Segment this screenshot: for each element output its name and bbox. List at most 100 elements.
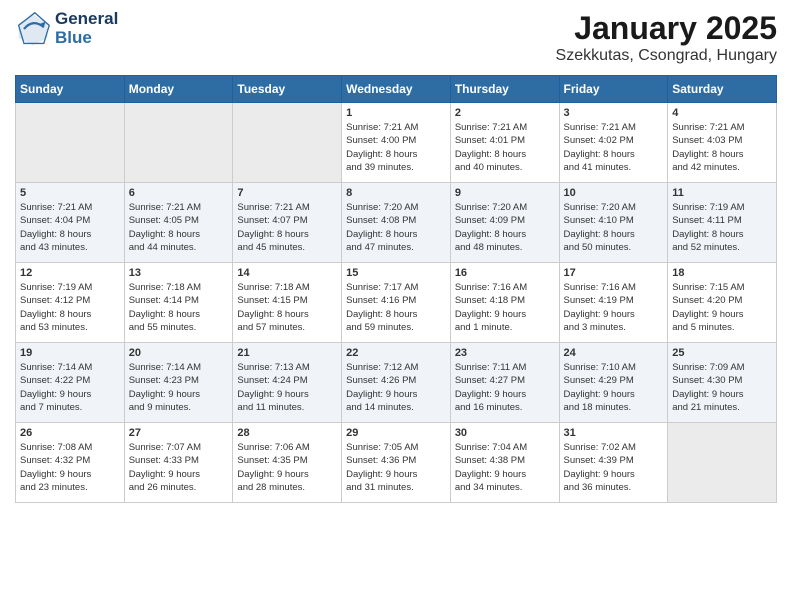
day-number: 13 (129, 267, 229, 279)
calendar-cell: 19Sunrise: 7:14 AM Sunset: 4:22 PM Dayli… (16, 343, 125, 423)
day-info: Sunrise: 7:16 AM Sunset: 4:19 PM Dayligh… (564, 281, 664, 334)
day-info: Sunrise: 7:21 AM Sunset: 4:02 PM Dayligh… (564, 121, 664, 174)
calendar-cell: 26 Sunrise: 7:08 AM Sunset: 4:32 PM Dayli… (16, 423, 125, 503)
day-info: Sunrise: 7:14 AM Sunset: 4:23 PM Dayligh… (129, 361, 229, 414)
calendar-cell: 17 Sunrise: 7:16 AM Sunset: 4:19 PM Dayli… (559, 263, 668, 343)
calendar-cell: 30 Sunrise: 7:04 AM Sunset: 4:38 PM Dayli… (450, 423, 559, 503)
day-number: 18 (672, 267, 772, 279)
logo-blue: Blue (55, 28, 92, 47)
calendar-week-row: 26 Sunrise: 7:08 AM Sunset: 4:32 PM Dayli… (16, 423, 777, 503)
calendar-cell: 7 Sunrise: 7:21 AM Sunset: 4:07 PM Daylig… (233, 183, 342, 263)
calendar-cell (668, 423, 777, 503)
weekday-header-row: SundayMondayTuesdayWednesdayThursdayFrid… (16, 76, 777, 103)
day-info: Sunrise: 7:05 AM Sunset: 4:36 PM Dayligh… (346, 441, 446, 494)
day-info: Sunrise: 7:20 AM Sunset: 4:08 PM Dayligh… (346, 201, 446, 254)
calendar-cell: 6Sunrise: 7:21 AM Sunset: 4:05 PM Daylig… (124, 183, 233, 263)
calendar-cell: 4Sunrise: 7:21 AM Sunset: 4:03 PM Daylig… (668, 103, 777, 183)
day-number: 25 (672, 347, 772, 359)
weekday-header-sunday: Sunday (16, 76, 125, 103)
day-number: 31 (564, 427, 664, 439)
day-info: Sunrise: 7:04 AM Sunset: 4:38 PM Dayligh… (455, 441, 555, 494)
day-number: 15 (346, 267, 446, 279)
weekday-header-wednesday: Wednesday (342, 76, 451, 103)
calendar-cell: 1Sunrise: 7:21 AM Sunset: 4:00 PM Daylig… (342, 103, 451, 183)
day-info: Sunrise: 7:21 AM Sunset: 4:07 PM Dayligh… (237, 201, 337, 254)
weekday-header-monday: Monday (124, 76, 233, 103)
day-number: 16 (455, 267, 555, 279)
weekday-header-thursday: Thursday (450, 76, 559, 103)
day-info: Sunrise: 7:20 AM Sunset: 4:10 PM Dayligh… (564, 201, 664, 254)
day-number: 17 (564, 267, 664, 279)
day-number: 11 (672, 187, 772, 199)
calendar-cell: 10 Sunrise: 7:20 AM Sunset: 4:10 PM Dayli… (559, 183, 668, 263)
calendar-cell: 12 Sunrise: 7:19 AM Sunset: 4:12 PM Dayli… (16, 263, 125, 343)
calendar-week-row: 1Sunrise: 7:21 AM Sunset: 4:00 PM Daylig… (16, 103, 777, 183)
day-info: Sunrise: 7:21 AM Sunset: 4:01 PM Dayligh… (455, 121, 555, 174)
day-number: 14 (237, 267, 337, 279)
calendar-cell (124, 103, 233, 183)
day-info: Sunrise: 7:10 AM Sunset: 4:29 PM Dayligh… (564, 361, 664, 414)
day-info: Sunrise: 7:02 AM Sunset: 4:39 PM Dayligh… (564, 441, 664, 494)
day-info: Sunrise: 7:19 AM Sunset: 4:11 PM Dayligh… (672, 201, 772, 254)
day-number: 23 (455, 347, 555, 359)
calendar-cell: 31 Sunrise: 7:02 AM Sunset: 4:39 PM Dayli… (559, 423, 668, 503)
day-number: 3 (564, 107, 664, 119)
day-info: Sunrise: 7:15 AM Sunset: 4:20 PM Dayligh… (672, 281, 772, 334)
day-number: 21 (237, 347, 337, 359)
title-block: January 2025 Szekkutas, Csongrad, Hungar… (556, 10, 777, 65)
calendar-cell: 21 Sunrise: 7:13 AM Sunset: 4:24 PM Dayli… (233, 343, 342, 423)
calendar-cell: 22Sunrise: 7:12 AM Sunset: 4:26 PM Dayli… (342, 343, 451, 423)
day-info: Sunrise: 7:06 AM Sunset: 4:35 PM Dayligh… (237, 441, 337, 494)
day-number: 30 (455, 427, 555, 439)
day-info: Sunrise: 7:20 AM Sunset: 4:09 PM Dayligh… (455, 201, 555, 254)
calendar-cell: 11 Sunrise: 7:19 AM Sunset: 4:11 PM Dayli… (668, 183, 777, 263)
calendar-cell: 8 Sunrise: 7:20 AM Sunset: 4:08 PM Daylig… (342, 183, 451, 263)
calendar-cell (16, 103, 125, 183)
day-info: Sunrise: 7:14 AM Sunset: 4:22 PM Dayligh… (20, 361, 120, 414)
calendar-cell: 16Sunrise: 7:16 AM Sunset: 4:18 PM Dayli… (450, 263, 559, 343)
calendar-title: January 2025 (556, 10, 777, 47)
day-info: Sunrise: 7:08 AM Sunset: 4:32 PM Dayligh… (20, 441, 120, 494)
calendar-week-row: 12 Sunrise: 7:19 AM Sunset: 4:12 PM Dayli… (16, 263, 777, 343)
day-info: Sunrise: 7:19 AM Sunset: 4:12 PM Dayligh… (20, 281, 120, 334)
calendar-cell: 5 Sunrise: 7:21 AM Sunset: 4:04 PM Daylig… (16, 183, 125, 263)
day-number: 27 (129, 427, 229, 439)
logo: General Blue (15, 10, 118, 47)
logo-general: General (55, 9, 118, 28)
calendar-cell: 24Sunrise: 7:10 AM Sunset: 4:29 PM Dayli… (559, 343, 668, 423)
day-number: 26 (20, 427, 120, 439)
day-info: Sunrise: 7:18 AM Sunset: 4:14 PM Dayligh… (129, 281, 229, 334)
day-number: 7 (237, 187, 337, 199)
logo-text: General Blue (55, 10, 118, 47)
calendar-header: SundayMondayTuesdayWednesdayThursdayFrid… (16, 76, 777, 103)
logo-icon (15, 11, 51, 47)
day-info: Sunrise: 7:12 AM Sunset: 4:26 PM Dayligh… (346, 361, 446, 414)
day-info: Sunrise: 7:21 AM Sunset: 4:04 PM Dayligh… (20, 201, 120, 254)
day-info: Sunrise: 7:07 AM Sunset: 4:33 PM Dayligh… (129, 441, 229, 494)
day-number: 29 (346, 427, 446, 439)
calendar-cell: 14 Sunrise: 7:18 AM Sunset: 4:15 PM Dayli… (233, 263, 342, 343)
day-number: 5 (20, 187, 120, 199)
day-number: 12 (20, 267, 120, 279)
day-number: 10 (564, 187, 664, 199)
calendar-cell: 15Sunrise: 7:17 AM Sunset: 4:16 PM Dayli… (342, 263, 451, 343)
calendar-cell: 20 Sunrise: 7:14 AM Sunset: 4:23 PM Dayli… (124, 343, 233, 423)
calendar-page: General Blue January 2025 Szekkutas, Cso… (0, 0, 792, 513)
day-info: Sunrise: 7:09 AM Sunset: 4:30 PM Dayligh… (672, 361, 772, 414)
calendar-cell: 29 Sunrise: 7:05 AM Sunset: 4:36 PM Dayli… (342, 423, 451, 503)
day-number: 28 (237, 427, 337, 439)
calendar-table: SundayMondayTuesdayWednesdayThursdayFrid… (15, 75, 777, 503)
day-number: 6 (129, 187, 229, 199)
day-number: 2 (455, 107, 555, 119)
day-info: Sunrise: 7:18 AM Sunset: 4:15 PM Dayligh… (237, 281, 337, 334)
day-number: 8 (346, 187, 446, 199)
calendar-week-row: 5 Sunrise: 7:21 AM Sunset: 4:04 PM Daylig… (16, 183, 777, 263)
day-number: 20 (129, 347, 229, 359)
day-info: Sunrise: 7:13 AM Sunset: 4:24 PM Dayligh… (237, 361, 337, 414)
weekday-header-saturday: Saturday (668, 76, 777, 103)
calendar-week-row: 19Sunrise: 7:14 AM Sunset: 4:22 PM Dayli… (16, 343, 777, 423)
calendar-cell: 28 Sunrise: 7:06 AM Sunset: 4:35 PM Dayli… (233, 423, 342, 503)
calendar-cell: 27 Sunrise: 7:07 AM Sunset: 4:33 PM Dayli… (124, 423, 233, 503)
day-info: Sunrise: 7:11 AM Sunset: 4:27 PM Dayligh… (455, 361, 555, 414)
calendar-cell: 3 Sunrise: 7:21 AM Sunset: 4:02 PM Daylig… (559, 103, 668, 183)
